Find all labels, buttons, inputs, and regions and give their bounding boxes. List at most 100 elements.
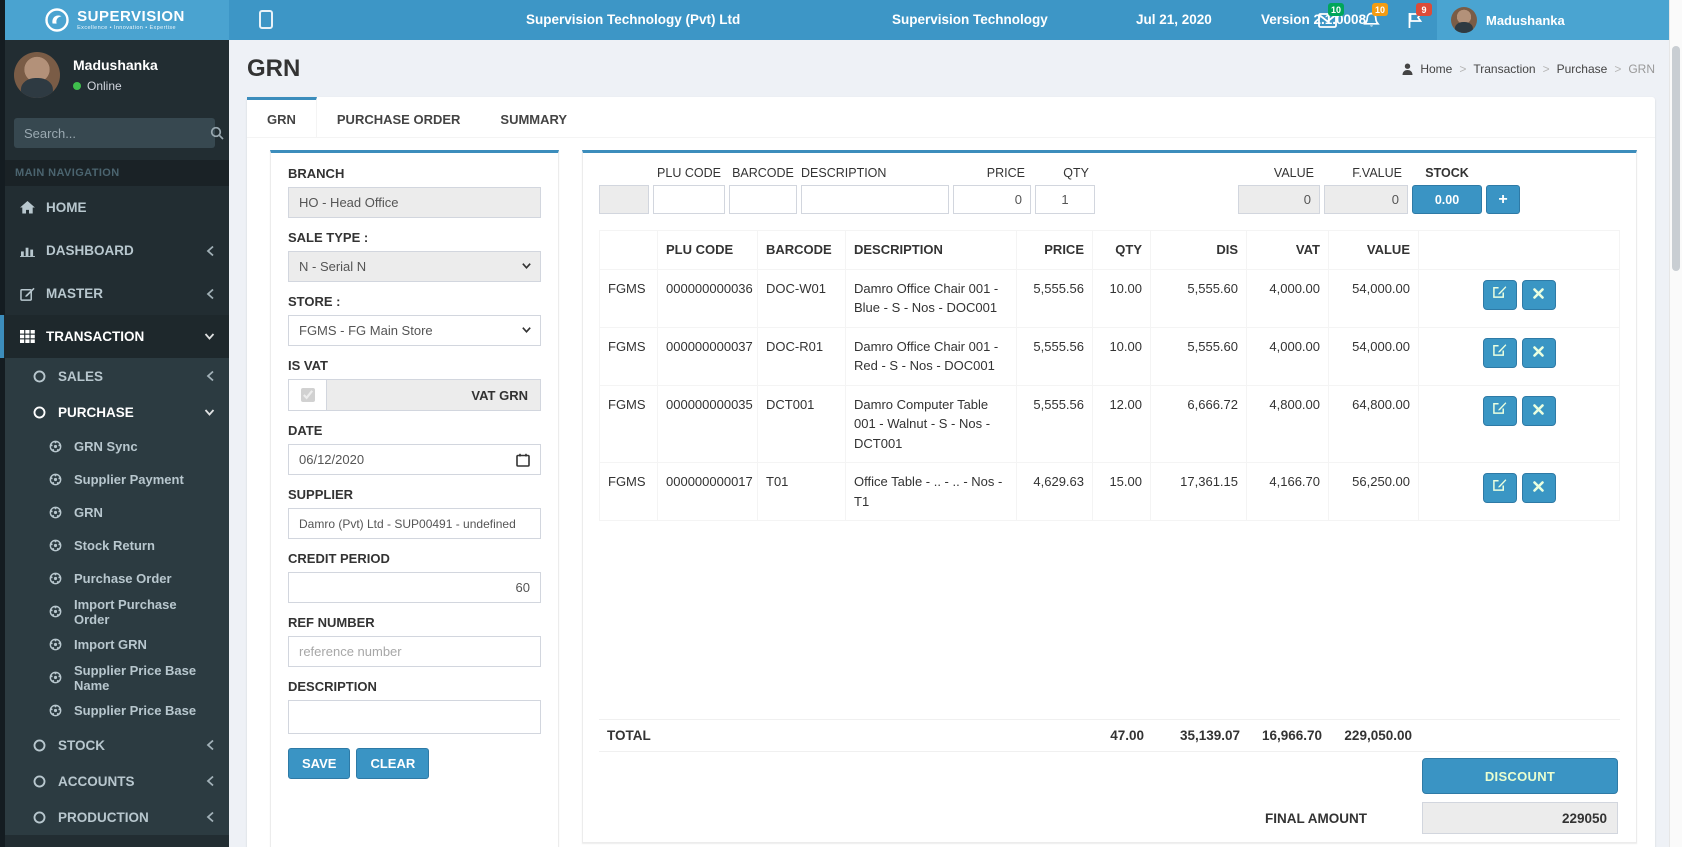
tab-grn[interactable]: GRN xyxy=(247,97,317,137)
brand-logo-icon xyxy=(45,8,69,32)
description-field[interactable] xyxy=(288,700,541,734)
col-header-qty: QTY xyxy=(1093,231,1151,270)
messages-button[interactable]: 10 xyxy=(1305,0,1349,40)
sidebar-item-grn[interactable]: GRN xyxy=(0,496,229,529)
search-button[interactable] xyxy=(210,118,224,148)
sidebar-item-import-grn[interactable]: Import GRN xyxy=(0,628,229,661)
sidebar-item-dashboard[interactable]: DASHBOARD xyxy=(0,229,229,272)
entry-description-input[interactable] xyxy=(801,185,949,214)
sidebar-user-panel: Madushanka Online xyxy=(0,40,229,112)
ref-number-label: REF NUMBER xyxy=(288,615,375,630)
edit-row-button[interactable] xyxy=(1482,473,1517,503)
user-name: Madushanka xyxy=(1486,12,1565,28)
ref-number-field[interactable] xyxy=(288,636,541,667)
clear-button[interactable]: CLEAR xyxy=(356,748,430,779)
breadcrumb-home[interactable]: Home xyxy=(1420,62,1452,76)
close-icon xyxy=(1533,478,1544,498)
col-header-value: VALUE xyxy=(1329,231,1419,270)
sidebar-toggle-button[interactable] xyxy=(259,10,273,29)
cell-description: Office Table - .. - .. - Nos - T1 xyxy=(846,463,1017,521)
cell-store: FGMS xyxy=(600,327,658,386)
cell-dis: 6,666.72 xyxy=(1151,385,1247,463)
tab-purchase-order[interactable]: PURCHASE ORDER xyxy=(317,97,481,137)
sidebar: Madushanka Online MAIN NAVIGATION HOMEDA… xyxy=(0,40,229,847)
vat-checkbox[interactable] xyxy=(300,388,315,402)
cell-plu: 000000000036 xyxy=(658,269,758,328)
add-item-button[interactable]: + xyxy=(1486,185,1520,214)
notifications-button[interactable]: 10 xyxy=(1349,0,1393,40)
table-row: FGMS 000000000037 DOC-R01 Damro Office Chai… xyxy=(600,327,1619,386)
entry-barcode-input[interactable] xyxy=(729,185,797,214)
sidebar-item-sales[interactable]: SALES xyxy=(0,358,229,394)
flags-button[interactable]: 9 xyxy=(1393,0,1437,40)
store-select[interactable]: FGMS - FG Main Store xyxy=(288,315,541,346)
futbol-icon xyxy=(46,671,64,684)
sidebar-item-accounts[interactable]: ACCOUNTS xyxy=(0,763,229,799)
sidebar-item-master[interactable]: MASTER xyxy=(0,272,229,315)
supplier-field[interactable]: Damro (Pvt) Ltd - SUP00491 - undefined xyxy=(288,508,541,539)
delete-row-button[interactable] xyxy=(1521,337,1556,368)
sidebar-item-purchase-order[interactable]: Purchase Order xyxy=(0,562,229,595)
edit-icon xyxy=(1492,343,1507,363)
breadcrumb-purchase[interactable]: Purchase xyxy=(1557,62,1608,76)
breadcrumb: Home > Transaction > Purchase > GRN xyxy=(1402,62,1655,76)
discount-button[interactable]: DISCOUNT xyxy=(1422,758,1618,794)
edit-row-button[interactable] xyxy=(1482,395,1517,426)
is-vat-label: IS VAT xyxy=(288,358,328,373)
entry-value-input xyxy=(1238,185,1320,214)
circle-icon xyxy=(30,370,48,383)
sidebar-item-supplier-payment[interactable]: Supplier Payment xyxy=(0,463,229,496)
tab-bar: GRN PURCHASE ORDER SUMMARY xyxy=(247,97,1655,138)
sidebar-item-grn-sync[interactable]: GRN Sync xyxy=(0,430,229,463)
user-avatar xyxy=(1451,7,1477,33)
sale-type-select[interactable]: N - Serial N xyxy=(288,251,541,282)
delete-row-button[interactable] xyxy=(1521,395,1556,426)
stock-button[interactable]: 0.00 xyxy=(1412,185,1482,214)
grn-card: GRN PURCHASE ORDER SUMMARY BRANCH HO - Hea… xyxy=(247,97,1655,847)
sidebar-item-supplier-price-base[interactable]: Supplier Price Base xyxy=(0,694,229,727)
chevron-left-icon xyxy=(206,775,215,787)
navbar: Supervision Technology (Pvt) Ltd Supervi… xyxy=(229,0,1682,40)
cell-value: 64,800.00 xyxy=(1329,385,1419,463)
scrollbar-thumb[interactable] xyxy=(1672,46,1680,271)
search-input[interactable] xyxy=(14,125,210,141)
edit-row-button[interactable] xyxy=(1482,337,1517,368)
entry-qty-label: QTY xyxy=(1063,166,1089,180)
delete-row-button[interactable] xyxy=(1521,279,1556,310)
cell-store: FGMS xyxy=(600,463,658,521)
cell-qty: 12.00 xyxy=(1093,385,1151,463)
entry-plu-input[interactable] xyxy=(653,185,725,214)
date-field[interactable]: 06/12/2020 xyxy=(288,444,541,475)
sidebar-item-purchase[interactable]: PURCHASE xyxy=(0,394,229,430)
page-scrollbar[interactable] xyxy=(1669,0,1682,847)
credit-period-field[interactable]: 60 xyxy=(288,572,541,603)
sidebar-item-production[interactable]: PRODUCTION xyxy=(0,799,229,835)
entry-price-label: PRICE xyxy=(986,166,1025,180)
entry-qty-input[interactable] xyxy=(1035,185,1095,214)
total-dis: 35,139.07 xyxy=(1179,728,1240,743)
entry-price-input[interactable] xyxy=(953,185,1031,214)
sidebar-item-import-purchase-order[interactable]: Import Purchase Order xyxy=(0,595,229,628)
credit-period-label: CREDIT PERIOD xyxy=(288,551,390,566)
sidebar-item-transaction[interactable]: TRANSACTION xyxy=(0,315,229,358)
brand-logo[interactable]: SUPERVISION Excellence • Innovation • Ex… xyxy=(0,0,229,40)
total-value: 229,050.00 xyxy=(1344,728,1412,743)
delete-row-button[interactable] xyxy=(1521,473,1556,503)
user-breadcrumb-icon xyxy=(1402,63,1413,75)
sidebar-item-stock-return[interactable]: Stock Return xyxy=(0,529,229,562)
futbol-icon xyxy=(46,473,64,486)
circle-icon xyxy=(30,775,48,788)
user-menu-button[interactable]: Madushanka xyxy=(1437,0,1682,40)
sidebar-item-stock[interactable]: STOCK xyxy=(0,727,229,763)
sidebar-item-supplier-price-base-name[interactable]: Supplier Price Base Name xyxy=(0,661,229,694)
save-button[interactable]: SAVE xyxy=(288,748,351,779)
chevron-left-icon xyxy=(206,811,215,823)
cell-plu: 000000000037 xyxy=(658,327,758,386)
edit-row-button[interactable] xyxy=(1482,279,1517,310)
tab-summary[interactable]: SUMMARY xyxy=(480,97,587,137)
breadcrumb-transaction[interactable]: Transaction xyxy=(1473,62,1535,76)
sidebar-item-home[interactable]: HOME xyxy=(0,186,229,229)
cell-barcode: DOC-W01 xyxy=(758,269,846,328)
branch-field: HO - Head Office xyxy=(288,187,541,218)
calendar-icon[interactable] xyxy=(516,453,530,467)
